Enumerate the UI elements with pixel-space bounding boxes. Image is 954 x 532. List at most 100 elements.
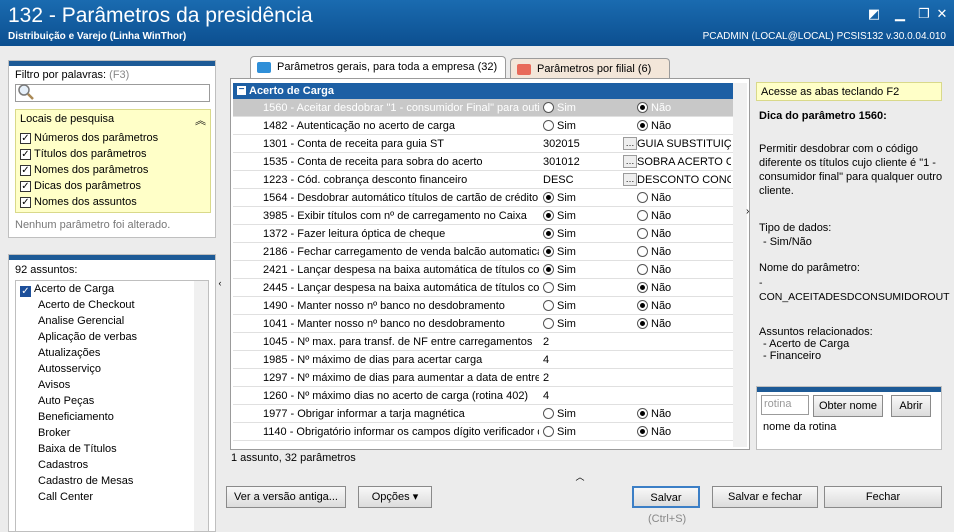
radio-yes[interactable]: Sim <box>543 405 637 423</box>
radio-icon[interactable] <box>543 120 554 131</box>
list-item[interactable]: Analise Gerencial <box>16 313 208 329</box>
table-row[interactable]: 2445 - Lançar despesa na baixa automátic… <box>233 279 733 297</box>
splitter-handle[interactable]: ‹ <box>216 278 224 298</box>
radio-icon[interactable] <box>543 246 554 257</box>
table-row[interactable]: 1482 - Autenticação no acerto de carga Si… <box>233 117 733 135</box>
radio-icon[interactable] <box>543 300 554 311</box>
radio-no[interactable]: Não <box>637 261 731 279</box>
lookup-button[interactable]: … <box>623 155 637 168</box>
checkbox-icon[interactable]: ✓ <box>20 132 31 144</box>
radio-icon[interactable] <box>543 426 554 437</box>
table-row[interactable]: 1985 - Nº máximo de dias para acertar ca… <box>233 351 733 369</box>
radio-yes[interactable]: Sim <box>543 207 637 225</box>
checkbox-icon[interactable]: ✓ <box>20 180 31 192</box>
lookup-button[interactable]: … <box>623 137 637 150</box>
list-item[interactable]: Cadastro de Mesas <box>16 473 208 489</box>
radio-icon[interactable] <box>637 318 648 329</box>
minimize-icon[interactable]: ▁ <box>892 6 908 22</box>
list-item[interactable]: Aplicação de verbas <box>16 329 208 345</box>
radio-yes[interactable]: Sim <box>543 423 637 441</box>
restore-icon[interactable]: ❐ <box>916 6 932 22</box>
option-numbers[interactable]: ✓ Números dos parâmetros <box>20 130 158 146</box>
radio-icon[interactable] <box>543 408 554 419</box>
radio-yes[interactable]: Sim <box>543 99 637 117</box>
radio-yes[interactable]: Sim <box>543 279 637 297</box>
radio-icon[interactable] <box>637 120 648 131</box>
radio-icon[interactable] <box>637 246 648 257</box>
value-field[interactable]: 2 <box>543 333 637 351</box>
list-item[interactable]: Cadastros <box>16 457 208 473</box>
lookup-button[interactable]: … <box>623 173 637 186</box>
radio-yes[interactable]: Sim <box>543 189 637 207</box>
option-names[interactable]: ✓ Nomes dos parâmetros <box>20 162 148 178</box>
radio-icon[interactable] <box>637 192 648 203</box>
radio-no[interactable]: Não <box>637 225 731 243</box>
code-field[interactable]: 302015… <box>543 135 637 153</box>
tab-general-params[interactable]: Parâmetros gerais, para toda a empresa (… <box>250 56 506 79</box>
code-field[interactable]: DESC… <box>543 171 637 189</box>
radio-yes[interactable]: Sim <box>543 261 637 279</box>
radio-no[interactable]: Não <box>637 99 731 117</box>
table-row[interactable]: 1260 - Nº máximo dias no acerto de carga… <box>233 387 733 405</box>
group-header[interactable]: − Acerto de Carga <box>233 83 733 99</box>
checkbox-icon[interactable]: ✓ <box>20 148 31 160</box>
table-row[interactable]: 1045 - Nº max. para transf. de NF entre … <box>233 333 733 351</box>
radio-icon[interactable] <box>637 228 648 239</box>
get-name-button[interactable]: Obter nome <box>813 395 883 417</box>
list-item[interactable]: Avisos <box>16 377 208 393</box>
radio-yes[interactable]: Sim <box>543 225 637 243</box>
radio-yes[interactable]: Sim <box>543 117 637 135</box>
radio-yes[interactable]: Sim <box>543 297 637 315</box>
table-row[interactable]: 1140 - Obrigatório informar os campos dí… <box>233 423 733 441</box>
table-row[interactable]: 1490 - Manter nosso nº banco no desdobra… <box>233 297 733 315</box>
radio-icon[interactable] <box>637 264 648 275</box>
list-item[interactable]: Atualizações <box>16 345 208 361</box>
routine-input[interactable]: rotina <box>761 395 809 415</box>
table-row[interactable]: 1977 - Obrigar informar a tarja magnétic… <box>233 405 733 423</box>
radio-no[interactable]: Não <box>637 243 731 261</box>
list-item[interactable]: Auto Peças <box>16 393 208 409</box>
checkbox-icon[interactable]: ✓ <box>20 164 31 176</box>
value-field[interactable]: 4 <box>543 387 637 405</box>
save-button[interactable]: Salvar <box>632 486 700 508</box>
option-subject-names[interactable]: ✓ Nomes dos assuntos <box>20 194 137 210</box>
radio-yes[interactable]: Sim <box>543 315 637 333</box>
value-field[interactable]: 4 <box>543 351 637 369</box>
scrollbar[interactable] <box>733 83 747 447</box>
option-tips[interactable]: ✓ Dicas dos parâmetros <box>20 178 141 194</box>
list-item[interactable]: ✓ Acerto de Carga <box>16 281 208 297</box>
table-row[interactable]: 1301 - Conta de receita para guia ST 3020… <box>233 135 733 153</box>
radio-icon[interactable] <box>543 102 554 113</box>
table-row[interactable]: 1535 - Conta de receita para sobra do ac… <box>233 153 733 171</box>
radio-no[interactable]: Não <box>637 423 731 441</box>
radio-icon[interactable] <box>543 228 554 239</box>
table-row[interactable]: 1564 - Desdobrar automático títulos de c… <box>233 189 733 207</box>
table-row[interactable]: 1372 - Fazer leitura óptica de cheque Sim… <box>233 225 733 243</box>
list-item[interactable]: Acerto de Checkout <box>16 297 208 313</box>
checkbox-icon[interactable]: ✓ <box>20 196 31 208</box>
radio-icon[interactable] <box>637 300 648 311</box>
radio-icon[interactable] <box>637 102 648 113</box>
list-item[interactable]: Autosserviço <box>16 361 208 377</box>
value-field[interactable]: 2 <box>543 369 637 387</box>
save-close-button[interactable]: Salvar e fechar <box>712 486 818 508</box>
close-icon[interactable]: ✕ <box>934 6 950 22</box>
pin-icon[interactable]: ◩ <box>866 6 882 22</box>
filter-input[interactable] <box>15 84 210 102</box>
radio-icon[interactable] <box>637 210 648 221</box>
code-field[interactable]: 301012… <box>543 153 637 171</box>
table-row[interactable]: 1560 - Aceitar desdobrar "1 - consumidor… <box>233 99 733 117</box>
radio-yes[interactable]: Sim <box>543 243 637 261</box>
table-row[interactable]: 1223 - Cód. cobrança desconto financeiro… <box>233 171 733 189</box>
collapse-icon[interactable]: ︽ <box>195 112 206 128</box>
radio-icon[interactable] <box>637 426 648 437</box>
list-item[interactable]: Beneficiamento <box>16 409 208 425</box>
radio-icon[interactable] <box>637 282 648 293</box>
table-row[interactable]: 3985 - Exibir títulos com nº de carregam… <box>233 207 733 225</box>
options-button[interactable]: Opções ▾ <box>358 486 432 508</box>
subjects-list[interactable]: ✓ Acerto de Carga Acerto de Checkout Anal… <box>15 280 209 531</box>
collapse-icon[interactable]: − <box>237 85 246 95</box>
scrollbar[interactable] <box>194 281 208 531</box>
table-row[interactable]: 1297 - Nº máximo de dias para aumentar a… <box>233 369 733 387</box>
expand-icon[interactable]: › <box>746 206 749 217</box>
